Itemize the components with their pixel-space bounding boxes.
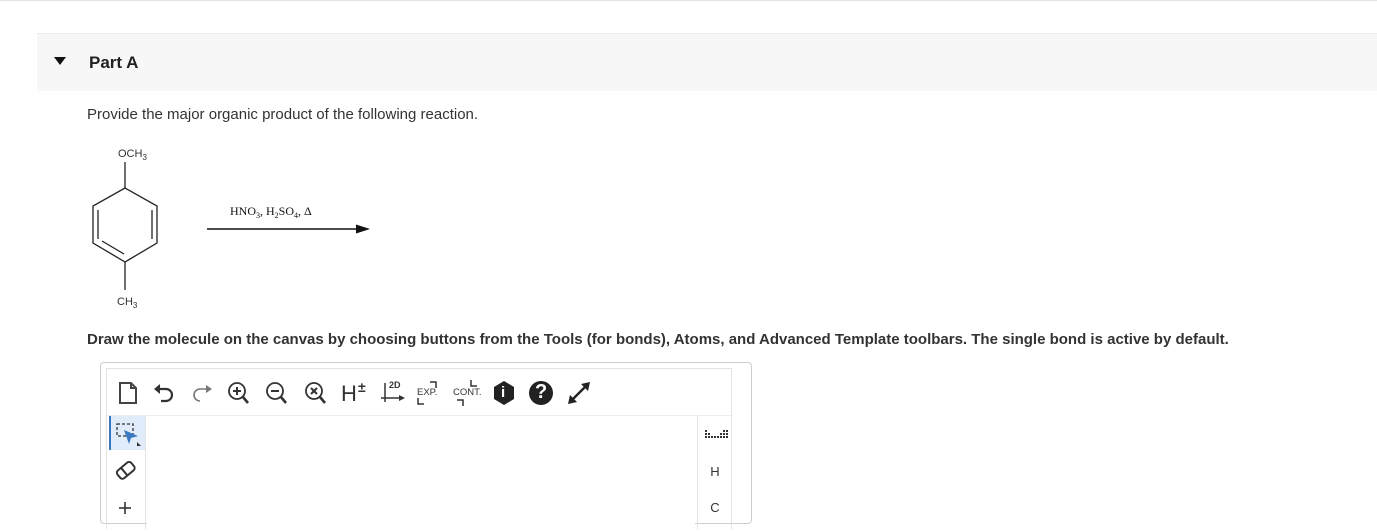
instruction-text: Draw the molecule on the canvas by choos… bbox=[87, 331, 1229, 348]
editor-frame: H ± 2D EXP. CONT. i ? H C bbox=[106, 368, 732, 529]
fullscreen-icon[interactable] bbox=[564, 380, 594, 406]
cont-label: CONT. bbox=[453, 387, 482, 398]
substituent-bottom-label: CH3 bbox=[117, 296, 138, 310]
part-header[interactable]: Part A bbox=[37, 33, 1377, 91]
question-text: Provide the major organic product of the… bbox=[87, 106, 479, 123]
clear-icon[interactable] bbox=[302, 380, 330, 406]
tools-toolbar bbox=[107, 416, 146, 529]
atom-button-c[interactable]: C bbox=[698, 500, 732, 515]
info-icon[interactable]: i bbox=[491, 380, 517, 406]
atoms-toolbar: H C bbox=[697, 416, 732, 529]
undo-icon[interactable] bbox=[150, 380, 178, 406]
reaction-svg: OCH3 CH3 HNO3, H2SO4, Δ bbox=[92, 148, 370, 310]
benzene-ring bbox=[92, 187, 158, 263]
zoom-out-icon[interactable] bbox=[263, 380, 291, 406]
editor-toolbar: H ± 2D EXP. CONT. i ? bbox=[107, 369, 731, 416]
help-icon[interactable]: ? bbox=[527, 380, 555, 406]
clean-2d-icon[interactable]: 2D bbox=[379, 380, 409, 406]
zoom-in-icon[interactable] bbox=[225, 380, 253, 406]
two-d-label: 2D bbox=[389, 380, 401, 390]
select-icon[interactable] bbox=[109, 416, 145, 450]
periodic-table-icon[interactable] bbox=[698, 424, 732, 444]
substituent-top-label: OCH3 bbox=[118, 148, 147, 162]
reaction-scheme: OCH3 CH3 HNO3, H2SO4, Δ bbox=[80, 140, 380, 325]
top-divider bbox=[0, 0, 1377, 1]
contract-icon[interactable]: CONT. bbox=[451, 380, 485, 406]
h-label: H bbox=[341, 381, 357, 406]
reagents-label: HNO3, H2SO4, Δ bbox=[230, 204, 312, 220]
help-label: ? bbox=[535, 381, 548, 403]
part-title: Part A bbox=[89, 53, 139, 72]
new-document-icon[interactable] bbox=[114, 380, 142, 406]
h-sup-label: ± bbox=[358, 379, 366, 395]
info-label: i bbox=[501, 384, 506, 401]
add-tool-icon[interactable] bbox=[109, 492, 143, 526]
redo-icon[interactable] bbox=[188, 380, 216, 406]
eraser-icon[interactable] bbox=[109, 454, 143, 488]
expand-icon[interactable]: EXP. bbox=[414, 380, 448, 406]
caret-down-icon[interactable] bbox=[54, 57, 66, 65]
explicit-hydrogen-icon[interactable]: H ± bbox=[339, 379, 371, 406]
molecule-editor: H ± 2D EXP. CONT. i ? H C bbox=[100, 362, 752, 529]
exp-label: EXP. bbox=[417, 387, 438, 398]
atom-button-h[interactable]: H bbox=[698, 464, 732, 479]
drawing-canvas[interactable] bbox=[147, 416, 695, 529]
